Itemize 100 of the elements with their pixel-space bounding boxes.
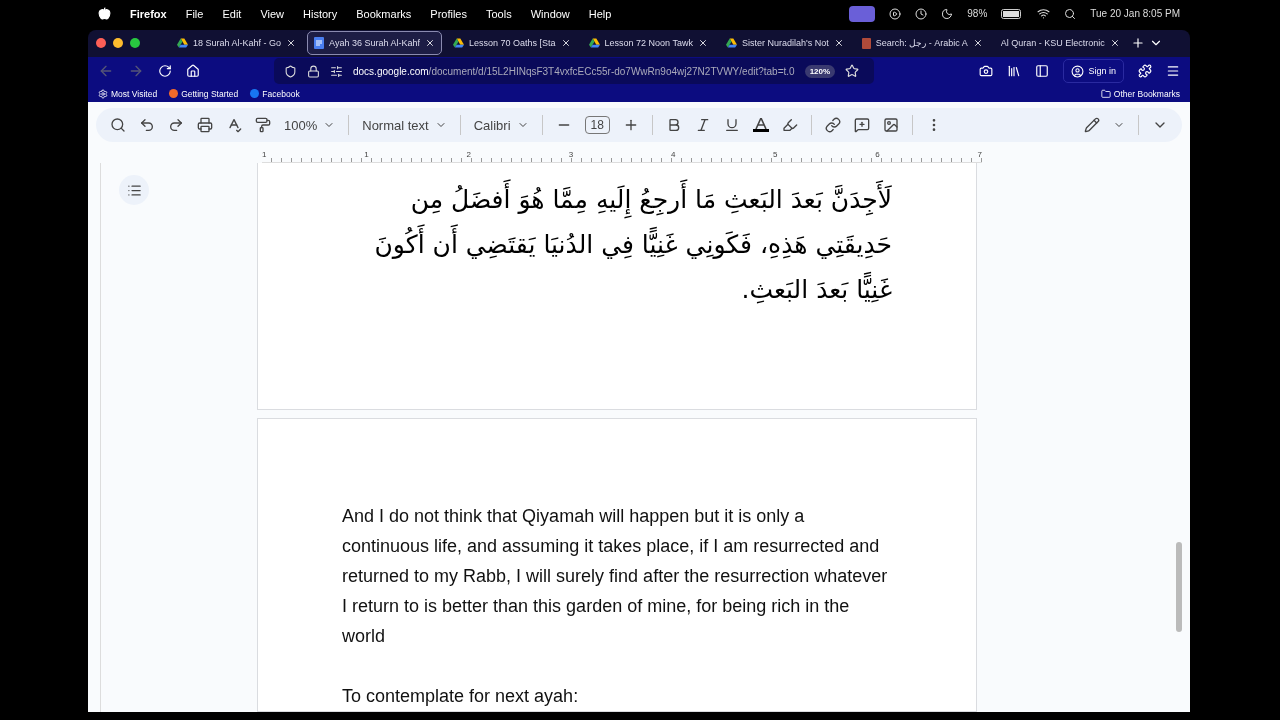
wifi-icon[interactable] xyxy=(1037,7,1051,20)
lock-icon[interactable] xyxy=(307,64,320,78)
permissions-icon[interactable] xyxy=(330,64,343,78)
print-icon[interactable] xyxy=(197,117,213,133)
browser-tab[interactable]: Search: رجل - Arabic A xyxy=(854,31,990,56)
redo-icon[interactable] xyxy=(168,117,184,133)
scrollbar[interactable] xyxy=(1176,542,1182,632)
spellcheck-icon[interactable] xyxy=(226,117,242,133)
menu-item[interactable]: Tools xyxy=(486,7,512,20)
arabic-text-line: لَأَجِدَنَّ بَعدَ البَعثِ مَا أَرجِعُ إِلَيهِ مِمَّا هُوَ أَفضَلُ مِن xyxy=(410,177,892,222)
close-icon[interactable] xyxy=(833,38,844,49)
clock-icon[interactable] xyxy=(915,7,928,20)
bookmark-link[interactable]: Most Visited xyxy=(98,88,158,99)
battery-percentage: 98% xyxy=(967,8,988,19)
link-icon[interactable] xyxy=(824,117,841,133)
play-icon[interactable] xyxy=(889,7,902,20)
document-icon xyxy=(314,37,325,50)
ruler-number: 2 xyxy=(466,149,471,159)
browser-tab[interactable]: Lesson 70 Oaths [Sta xyxy=(445,31,578,56)
comment-icon[interactable] xyxy=(853,117,870,133)
moon-icon[interactable] xyxy=(941,7,954,20)
paint-format-icon[interactable] xyxy=(255,117,271,133)
reload-icon[interactable] xyxy=(158,64,172,79)
triangle-logo-icon xyxy=(725,38,737,49)
style-dropdown[interactable]: Normal text xyxy=(362,117,447,133)
extensions-icon[interactable] xyxy=(1138,64,1152,79)
outline-button[interactable] xyxy=(119,175,149,205)
close-icon[interactable] xyxy=(560,38,571,49)
text-color-icon[interactable] xyxy=(752,118,769,132)
library-icon[interactable] xyxy=(1007,64,1022,79)
user-icon[interactable] xyxy=(1071,64,1085,78)
close-icon[interactable] xyxy=(424,38,435,49)
camera-icon[interactable] xyxy=(979,64,994,79)
ruler-number: 1 xyxy=(364,149,369,159)
ruler-number: 4 xyxy=(670,149,676,159)
circle-logo-icon xyxy=(169,89,179,99)
browser-tab[interactable]: Ayah 36 Surah Al-Kahf xyxy=(307,31,442,56)
minimize-window-button[interactable] xyxy=(113,38,123,49)
triangle-logo-icon xyxy=(177,38,188,49)
arabic-text-line: حَدِيقَتِي هَذِهِ، فَكَونِي غَنِيًّا فِي الدُنيَا يَقتَضِي أَن أَكُونَ xyxy=(374,222,892,267)
menu-item[interactable]: Bookmarks xyxy=(356,7,412,20)
circle-logo-icon xyxy=(250,89,260,99)
apple-logo-icon[interactable] xyxy=(98,7,111,20)
menu-item[interactable]: File xyxy=(185,7,204,20)
close-icon[interactable] xyxy=(697,38,708,49)
image-icon[interactable] xyxy=(882,117,899,133)
bookmark-link[interactable]: Facebook xyxy=(250,88,300,99)
menu-item[interactable]: Window xyxy=(530,7,570,20)
ruler-number: 6 xyxy=(875,149,880,159)
ruler-number: 7 xyxy=(977,149,982,159)
zoom-dropdown[interactable]: 100% xyxy=(284,117,336,133)
triangle-logo-icon xyxy=(588,38,600,49)
undo-icon[interactable] xyxy=(139,117,155,133)
ruler-number: 5 xyxy=(773,149,778,159)
book-icon xyxy=(861,37,871,49)
close-icon[interactable] xyxy=(286,38,297,49)
clock-text[interactable]: Tue 20 Jan 8:05 PM xyxy=(1090,8,1180,19)
triangle-logo-icon xyxy=(452,38,464,49)
bookmark-folder[interactable]: Other Bookmarks xyxy=(1100,88,1180,99)
new-tab-icon[interactable] xyxy=(1130,36,1145,51)
search-icon[interactable] xyxy=(110,117,126,133)
arabic-text-line: غَنِيًّا بَعدَ البَعثِ. xyxy=(741,267,892,312)
home-icon[interactable] xyxy=(186,64,200,79)
menu-item[interactable]: Profiles xyxy=(430,7,467,20)
menu-item[interactable]: Edit xyxy=(222,7,242,20)
browser-tab[interactable]: Lesson 72 Noon Tawk xyxy=(581,31,715,56)
highlighter-icon[interactable] xyxy=(781,117,798,133)
ruler-number: 1 xyxy=(262,149,267,159)
menu-item[interactable]: View xyxy=(260,7,285,20)
battery-icon[interactable] xyxy=(1001,8,1024,19)
gear-icon[interactable] xyxy=(98,88,108,99)
search-icon[interactable] xyxy=(1064,7,1077,20)
menu-item[interactable]: Firefox xyxy=(130,7,167,20)
close-icon[interactable] xyxy=(972,38,983,49)
menu-item[interactable]: History xyxy=(303,7,338,20)
close-window-button[interactable] xyxy=(96,38,106,49)
pencil-icon[interactable] xyxy=(1084,117,1100,133)
font-size-field[interactable]: 18 xyxy=(584,116,610,134)
browser-tab[interactable]: Sister Nuradilah's Not xyxy=(718,31,851,56)
star-icon[interactable] xyxy=(845,64,860,79)
folder-icon[interactable] xyxy=(1100,88,1111,99)
browser-tab[interactable]: 18 Surah Al-Kahf - Go xyxy=(170,31,304,56)
bookmark-link[interactable]: Getting Started xyxy=(169,88,239,99)
browser-tab[interactable]: Al Quran - KSU Electronic xyxy=(993,31,1127,56)
body-paragraph: To contemplate for next ayah: xyxy=(342,685,580,708)
sign-in-button[interactable]: Sign in xyxy=(1063,59,1124,84)
zoom-window-button[interactable] xyxy=(130,38,140,49)
menu-icon[interactable] xyxy=(1166,64,1180,79)
menu-item[interactable]: Help xyxy=(588,7,612,20)
underline-icon[interactable] xyxy=(723,117,740,133)
font-dropdown[interactable]: Calibri xyxy=(473,117,529,133)
url-text: docs.google.com/document/d/15L2HINqsF3T4vxfcECc55r-do7WwRn9o4wj27N2TVWY/edit?tab=t.0 xyxy=(353,65,795,77)
shield-icon[interactable] xyxy=(284,64,297,78)
sidebar-icon[interactable] xyxy=(1035,64,1050,79)
body-paragraph: And I do not think that Qiyamah will happen but it is only a continuous life, and assuming it takes place, if I am resurrected and returned to my Rabb, I will surely find after the resurrection whatever I return to is better than this garden of mine, for being rich in the world xyxy=(342,505,889,648)
close-icon[interactable] xyxy=(1109,38,1120,49)
list-icon xyxy=(126,182,142,198)
address-bar[interactable]: docs.google.com/document/d/15L2HINqsF3T4vxfcECc55r-do7WwRn9o4wj27N2TVWY/edit?tab=t.0 120% xyxy=(274,58,874,85)
ruler-number: 3 xyxy=(568,149,574,159)
zoom-level[interactable]: 120% xyxy=(804,64,836,78)
